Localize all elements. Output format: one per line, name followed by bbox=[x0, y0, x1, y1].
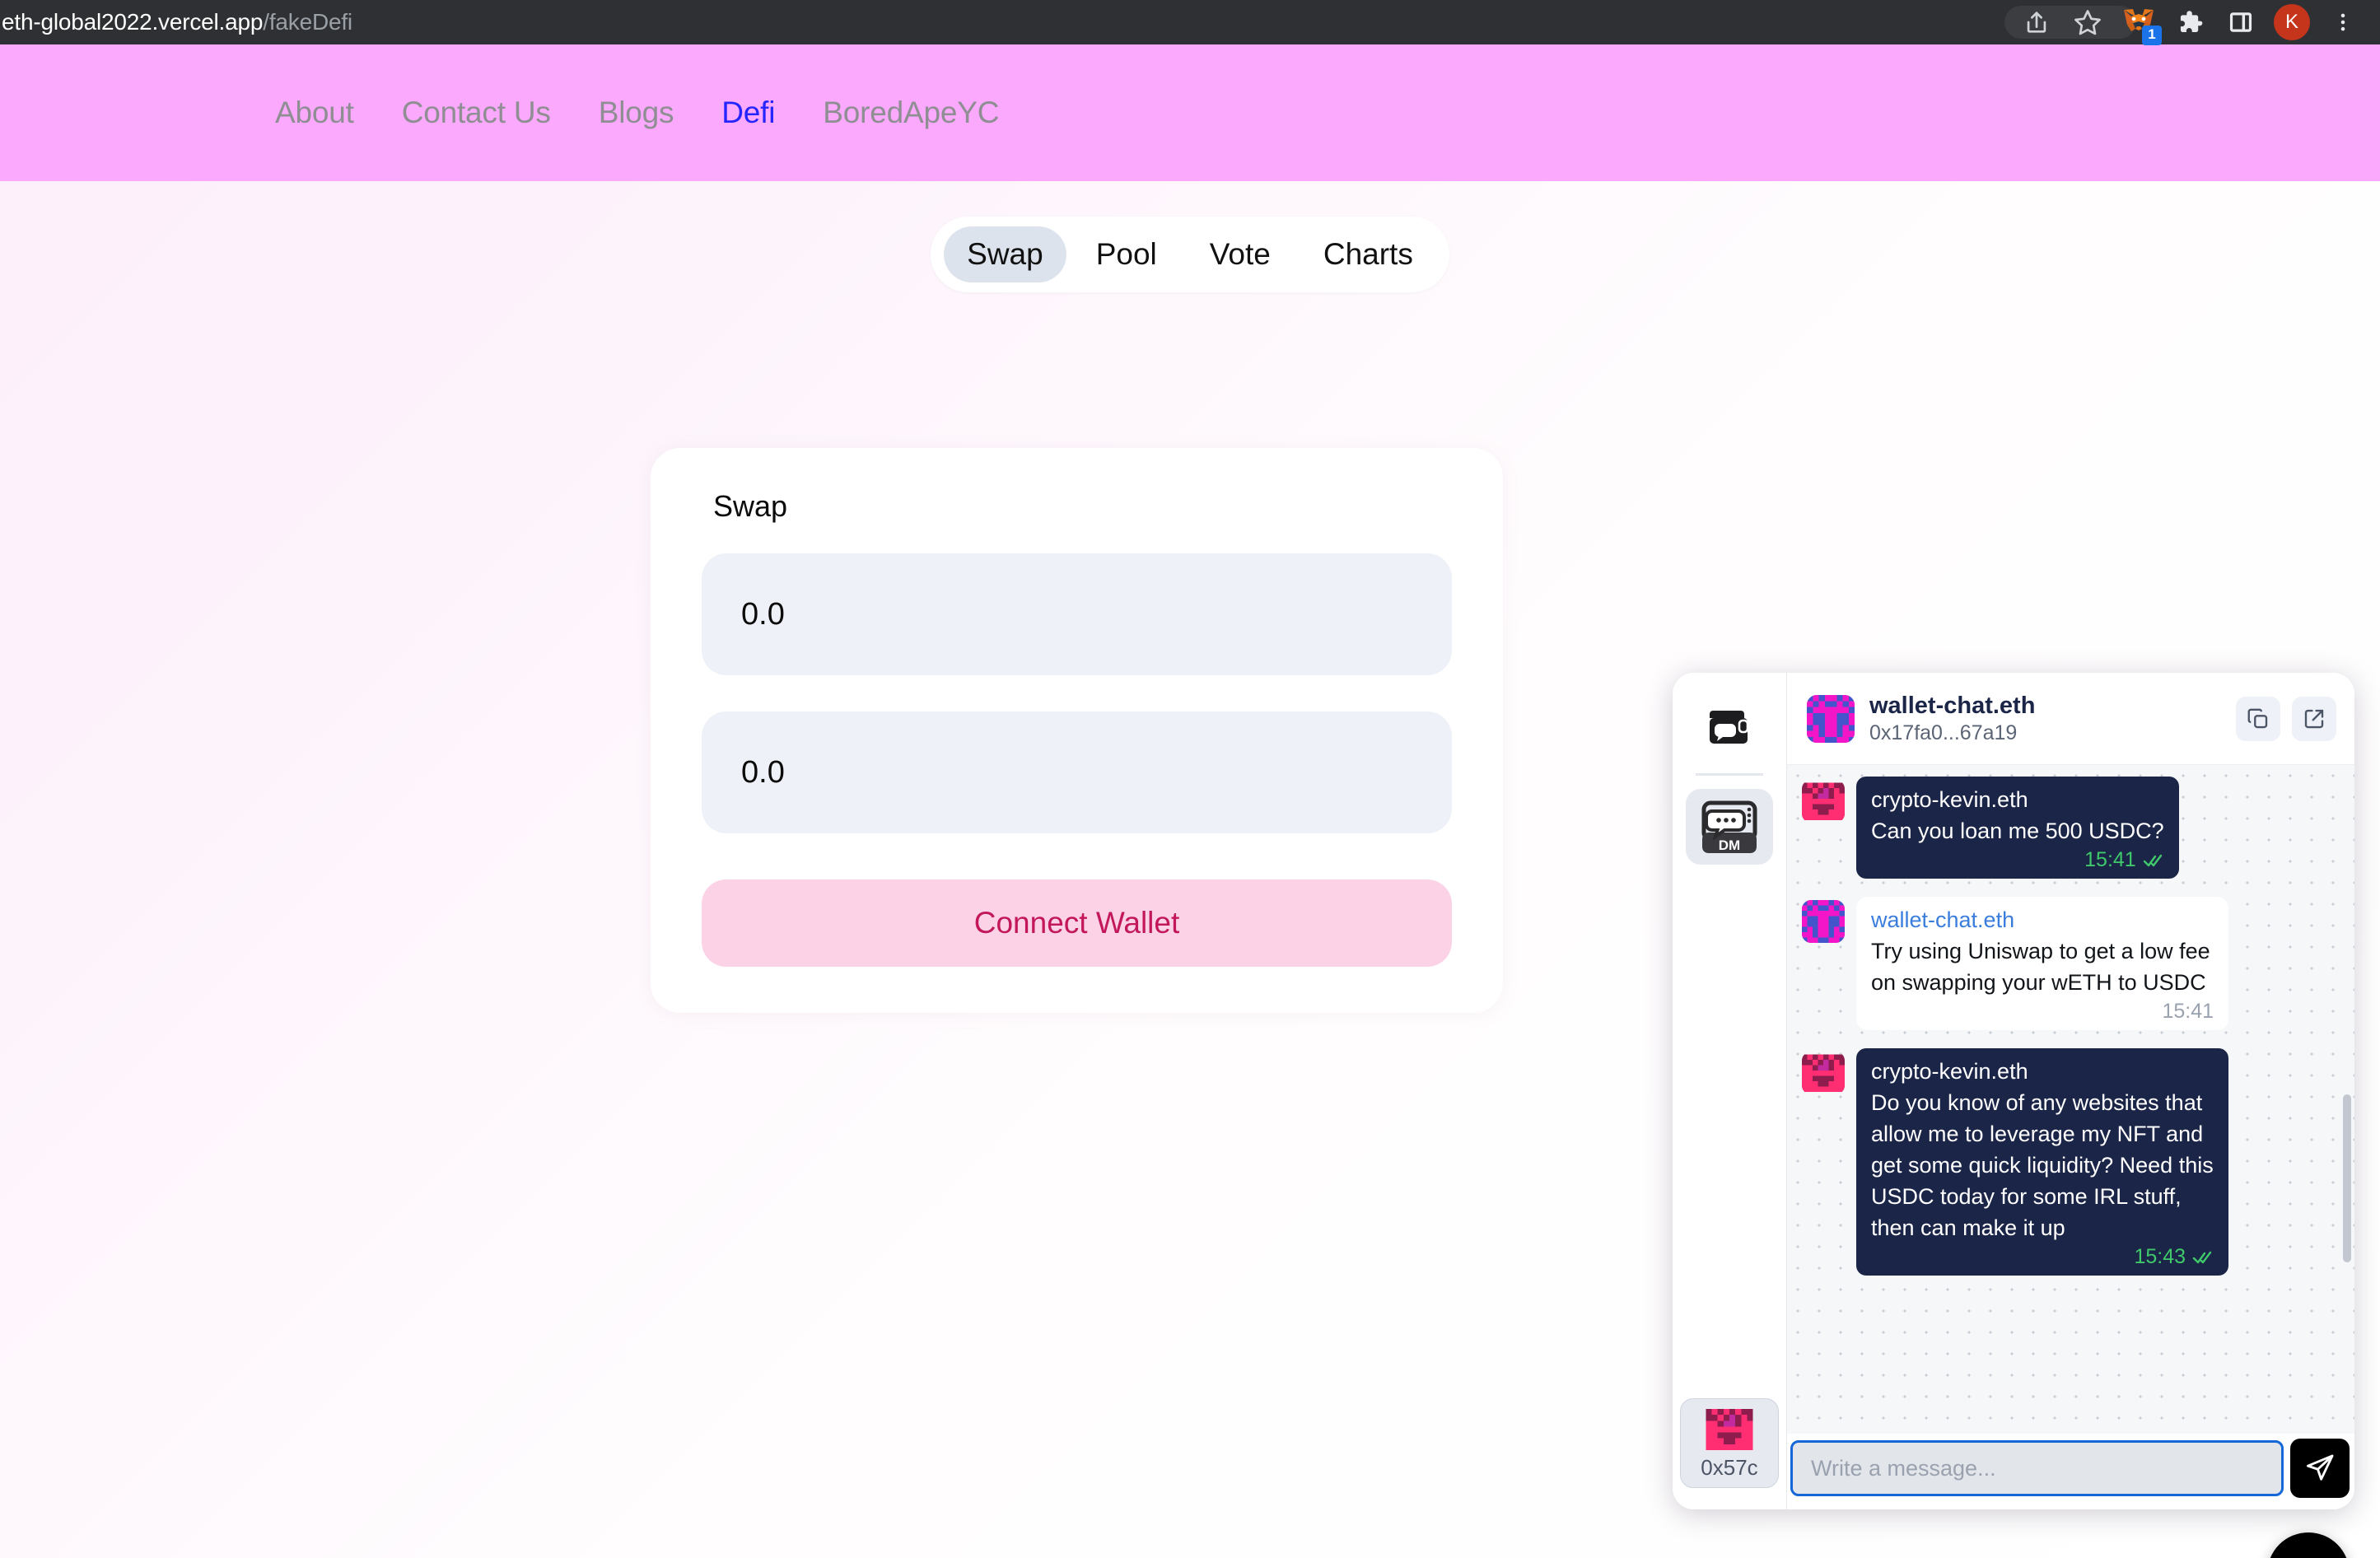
tab-swap[interactable]: Swap bbox=[944, 226, 1066, 282]
profile-initial: K bbox=[2274, 4, 2310, 40]
message-meta: 15:41 bbox=[1871, 848, 2164, 872]
bookmark-star-icon[interactable] bbox=[2062, 0, 2113, 44]
sidebar-divider bbox=[1696, 773, 1763, 776]
read-receipt-double-check-icon bbox=[2192, 1251, 2212, 1263]
browser-action-icons: 1 K bbox=[2011, 0, 2380, 45]
nav-link-boredapeyc[interactable]: BoredApeYC bbox=[823, 96, 999, 130]
connected-wallet-chip[interactable]: 0x57c bbox=[1680, 1398, 1779, 1488]
message-input[interactable] bbox=[1790, 1440, 2284, 1496]
share-icon[interactable] bbox=[2011, 0, 2062, 44]
message-time: 15:41 bbox=[2162, 1000, 2214, 1023]
chat-sidebar: DM 0x57c bbox=[1673, 673, 1786, 1509]
nav-link-contact-us[interactable]: Contact Us bbox=[402, 96, 551, 130]
message-avatar bbox=[1802, 1054, 1845, 1092]
message-avatar bbox=[1802, 900, 1845, 943]
wallet-chat-logo-icon bbox=[1710, 711, 1749, 744]
nav-links: About Contact Us Blogs Defi BoredApeYC bbox=[275, 96, 999, 130]
site-navbar: About Contact Us Blogs Defi BoredApeYC bbox=[0, 44, 2380, 181]
message-text: Can you loan me 500 USDC? bbox=[1871, 819, 2164, 843]
address-bar[interactable]: eth-global2022.vercel.app/fakeDefi bbox=[2, 9, 352, 35]
wallet-chip-label: 0x57c bbox=[1701, 1455, 1758, 1480]
chat-peer-address: 0x17fa0...67a19 bbox=[1869, 721, 2018, 744]
message-item: crypto-kevin.eth Can you loan me 500 USD… bbox=[1802, 777, 2333, 879]
copy-icon[interactable] bbox=[2236, 696, 2280, 741]
nav-link-blogs[interactable]: Blogs bbox=[599, 96, 674, 130]
message-bubble: crypto-kevin.eth Can you loan me 500 USD… bbox=[1856, 777, 2179, 879]
swap-card: Swap 0.0 0.0 Connect Wallet bbox=[651, 448, 1503, 1013]
profile-avatar[interactable]: K bbox=[2266, 0, 2317, 44]
sidebar-item-dm[interactable]: DM bbox=[1686, 789, 1773, 865]
read-receipt-double-check-icon bbox=[2143, 854, 2162, 866]
message-sender: wallet-chat.eth bbox=[1871, 907, 2015, 932]
nav-link-about[interactable]: About bbox=[275, 96, 354, 130]
message-meta: 15:41 bbox=[1871, 1000, 2214, 1024]
chat-header-actions bbox=[2236, 696, 2336, 741]
message-meta: 15:43 bbox=[1871, 1245, 2214, 1269]
chat-peer-name: wallet-chat.eth bbox=[1869, 692, 2036, 719]
message-item: wallet-chat.eth Try using Uniswap to get… bbox=[1802, 897, 2333, 1030]
swap-input-to[interactable]: 0.0 bbox=[702, 711, 1452, 833]
connect-wallet-button[interactable]: Connect Wallet bbox=[702, 879, 1452, 967]
tab-bar-wrapper: Swap Pool Vote Charts bbox=[0, 217, 2380, 292]
message-avatar bbox=[1802, 782, 1845, 820]
swap-card-title: Swap bbox=[713, 489, 788, 523]
tab-bar: Swap Pool Vote Charts bbox=[931, 217, 1449, 292]
browser-toolbar: eth-global2022.vercel.app/fakeDefi 1 K bbox=[0, 0, 2380, 45]
message-sender: crypto-kevin.eth bbox=[1871, 787, 2028, 812]
message-text: Do you know of any websites that allow m… bbox=[1871, 1090, 2214, 1240]
chat-main-panel: wallet-chat.eth 0x17fa0...67a19 crypto-k… bbox=[1786, 673, 2354, 1509]
message-composer bbox=[1787, 1434, 2354, 1509]
extensions-puzzle-icon[interactable] bbox=[2164, 0, 2215, 44]
message-list[interactable]: crypto-kevin.eth Can you loan me 500 USD… bbox=[1787, 765, 2354, 1434]
collapse-chat-button[interactable] bbox=[2267, 1532, 2350, 1558]
tab-vote[interactable]: Vote bbox=[1187, 226, 1294, 282]
swap-input-from[interactable]: 0.0 bbox=[702, 553, 1452, 675]
chat-header-identity: wallet-chat.eth 0x17fa0...67a19 bbox=[1869, 693, 2035, 745]
dm-chat-icon: DM bbox=[1701, 800, 1757, 853]
tab-charts[interactable]: Charts bbox=[1300, 226, 1436, 282]
send-paper-plane-icon bbox=[2307, 1454, 2334, 1481]
chat-header: wallet-chat.eth 0x17fa0...67a19 bbox=[1787, 673, 2354, 765]
nav-link-defi[interactable]: Defi bbox=[721, 96, 775, 130]
message-time: 15:41 bbox=[2084, 848, 2136, 871]
metamask-badge-count: 1 bbox=[2142, 26, 2162, 45]
wallet-chip-avatar bbox=[1706, 1409, 1753, 1450]
dm-label: DM bbox=[1719, 837, 1740, 853]
url-domain: eth-global2022.vercel.app bbox=[2, 9, 264, 35]
message-text: Try using Uniswap to get a low fee on sw… bbox=[1871, 939, 2210, 995]
message-bubble: wallet-chat.eth Try using Uniswap to get… bbox=[1856, 897, 2228, 1030]
wallet-chat-widget: DM 0x57c wallet-chat.eth 0x17fa0...67a19… bbox=[1673, 673, 2354, 1509]
tab-pool[interactable]: Pool bbox=[1073, 226, 1180, 282]
message-scrollbar[interactable] bbox=[2343, 765, 2351, 1434]
message-bubble: crypto-kevin.eth Do you know of any webs… bbox=[1856, 1048, 2228, 1276]
message-item: crypto-kevin.eth Do you know of any webs… bbox=[1802, 1048, 2333, 1276]
chevron-down-icon bbox=[2289, 1555, 2327, 1558]
message-time: 15:43 bbox=[2134, 1245, 2186, 1268]
message-scrollbar-thumb[interactable] bbox=[2343, 1094, 2351, 1262]
send-button[interactable] bbox=[2290, 1439, 2350, 1498]
chat-header-avatar bbox=[1807, 694, 1855, 743]
three-dot-menu-icon[interactable] bbox=[2317, 0, 2368, 44]
url-path: /fakeDefi bbox=[263, 9, 352, 35]
side-panel-icon[interactable] bbox=[2215, 0, 2266, 44]
external-link-icon[interactable] bbox=[2292, 696, 2336, 741]
metamask-fox-icon[interactable]: 1 bbox=[2113, 0, 2164, 45]
page-content: About Contact Us Blogs Defi BoredApeYC S… bbox=[0, 44, 2380, 1558]
message-sender: crypto-kevin.eth bbox=[1871, 1059, 2028, 1084]
